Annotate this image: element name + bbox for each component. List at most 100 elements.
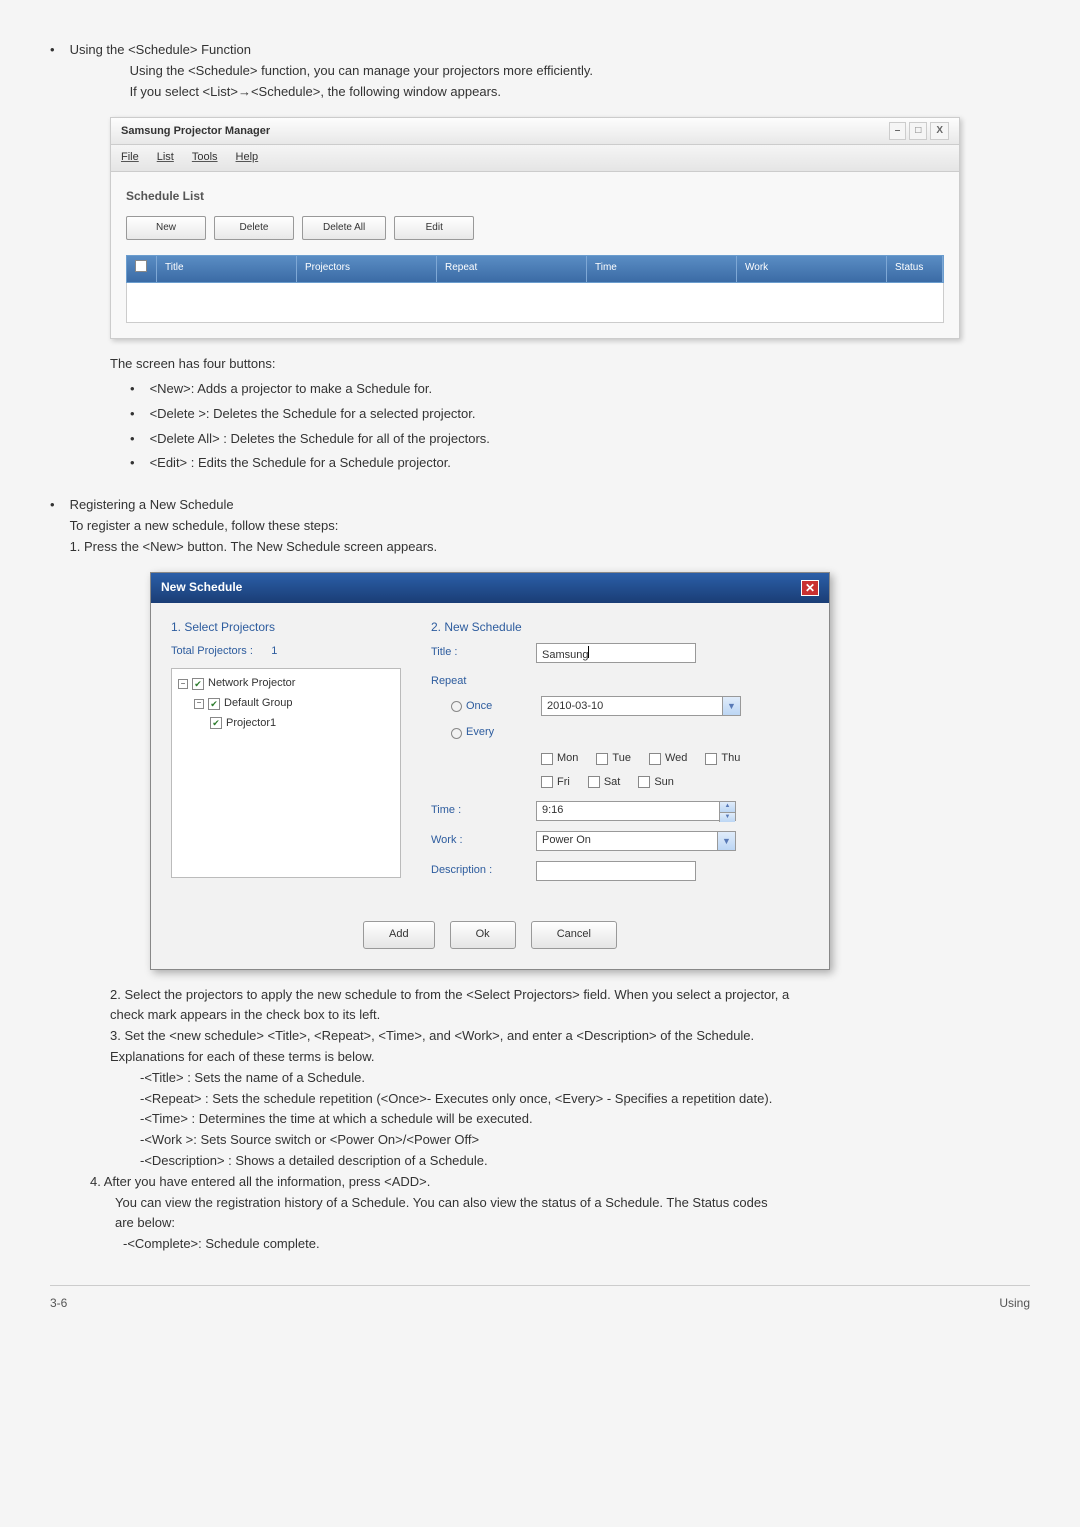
col-status: Status — [887, 256, 943, 282]
bullet-icon: • — [130, 453, 135, 474]
maximize-icon[interactable]: □ — [909, 122, 927, 140]
header-checkbox[interactable] — [135, 260, 147, 272]
bullet-icon: • — [130, 404, 135, 425]
list-item: <Delete All> : Deletes the Schedule for … — [150, 429, 490, 450]
body-text: 1. Press the <New> button. The New Sched… — [70, 537, 1030, 558]
table-body — [126, 283, 944, 323]
list-item: <Delete >: Deletes the Schedule for a se… — [150, 404, 476, 425]
collapse-icon[interactable]: − — [178, 679, 188, 689]
projector-tree[interactable]: − ✔ Network Projector − ✔ Default Group … — [171, 668, 401, 878]
work-dropdown[interactable]: Power On ▼ — [536, 831, 736, 851]
new-schedule-heading: 2. New Schedule — [431, 618, 809, 637]
thu-checkbox[interactable] — [705, 753, 717, 765]
menu-tools[interactable]: Tools — [192, 149, 218, 167]
chevron-down-icon[interactable]: ▼ — [722, 697, 740, 715]
collapse-icon[interactable]: − — [194, 699, 204, 709]
col-title: Title — [157, 256, 297, 282]
section-heading: Using the <Schedule> Function — [70, 40, 1030, 61]
section-heading: Registering a New Schedule — [70, 495, 1030, 516]
body-text: are below: — [115, 1213, 1030, 1234]
wed-checkbox[interactable] — [649, 753, 661, 765]
add-button[interactable]: Add — [363, 921, 435, 949]
total-projectors-label: Total Projectors : — [171, 645, 253, 657]
description-input[interactable] — [536, 861, 696, 881]
dialog-title-text: New Schedule — [161, 578, 242, 597]
body-text: Explanations for each of these terms is … — [110, 1047, 1030, 1068]
list-item: <New>: Adds a projector to make a Schedu… — [150, 379, 433, 400]
day-label: Wed — [665, 750, 687, 768]
day-label: Fri — [557, 774, 570, 792]
bullet-icon: • — [50, 40, 55, 102]
day-label: Sun — [654, 774, 674, 792]
close-icon[interactable]: X — [930, 122, 949, 140]
body-text: 4. After you have entered all the inform… — [90, 1172, 1030, 1193]
cancel-button[interactable]: Cancel — [531, 921, 617, 949]
tree-checkbox[interactable]: ✔ — [192, 678, 204, 690]
select-projectors-heading: 1. Select Projectors — [171, 618, 401, 637]
term-item: -<Repeat> : Sets the schedule repetition… — [140, 1089, 1030, 1110]
chevron-down-icon[interactable]: ▼ — [717, 832, 735, 850]
title-input[interactable]: Samsung — [536, 643, 696, 663]
spinner-up-icon[interactable]: ▲ — [719, 802, 735, 812]
tree-node[interactable]: Network Projector — [208, 675, 295, 693]
mon-checkbox[interactable] — [541, 753, 553, 765]
bullet-icon: • — [130, 379, 135, 400]
status-item: -<Complete>: Schedule complete. — [123, 1234, 1030, 1255]
spinner-down-icon[interactable]: ▼ — [719, 812, 735, 823]
new-button[interactable]: New — [126, 216, 206, 240]
table-header: Title Projectors Repeat Time Work Status — [126, 255, 944, 283]
delete-button[interactable]: Delete — [214, 216, 294, 240]
menu-file[interactable]: File — [121, 149, 139, 167]
col-work: Work — [737, 256, 887, 282]
total-projectors-value: 1 — [271, 645, 277, 657]
body-text: 3. Set the <new schedule> <Title>, <Repe… — [110, 1026, 1030, 1047]
tue-checkbox[interactable] — [596, 753, 608, 765]
tree-checkbox[interactable]: ✔ — [208, 698, 220, 710]
body-text: You can view the registration history of… — [115, 1193, 1030, 1214]
term-item: -<Work >: Sets Source switch or <Power O… — [140, 1130, 1030, 1151]
new-schedule-dialog: New Schedule ✕ 1. Select Projectors Tota… — [150, 572, 830, 969]
body-text: 2. Select the projectors to apply the ne… — [110, 985, 1030, 1006]
tree-node[interactable]: Projector1 — [226, 715, 276, 733]
fri-checkbox[interactable] — [541, 776, 553, 788]
body-text: To register a new schedule, follow these… — [70, 516, 1030, 537]
title-label: Title : — [431, 644, 521, 662]
time-label: Time : — [431, 802, 521, 820]
panel-title: Schedule List — [126, 187, 944, 206]
col-projectors: Projectors — [297, 256, 437, 282]
page-number: 3-6 — [50, 1294, 67, 1313]
body-text: If you select <List>→<Schedule>, the fol… — [130, 82, 1030, 103]
menu-help[interactable]: Help — [236, 149, 259, 167]
date-dropdown[interactable]: 2010-03-10 ▼ — [541, 696, 741, 716]
every-label: Every — [466, 724, 494, 742]
bullet-icon: • — [50, 495, 55, 557]
body-text: Using the <Schedule> function, you can m… — [130, 61, 1030, 82]
list-item: <Edit> : Edits the Schedule for a Schedu… — [150, 453, 451, 474]
schedule-list-window: Samsung Projector Manager – □ X File Lis… — [110, 117, 960, 339]
window-title: Samsung Projector Manager — [121, 123, 270, 141]
description-label: Description : — [431, 862, 521, 880]
tree-node[interactable]: Default Group — [224, 695, 292, 713]
minimize-icon[interactable]: – — [889, 122, 907, 140]
day-label: Thu — [721, 750, 740, 768]
once-radio[interactable] — [451, 701, 462, 712]
body-text: check mark appears in the check box to i… — [110, 1005, 1030, 1026]
work-label: Work : — [431, 832, 521, 850]
time-spinner[interactable]: 9:16 ▲ ▼ — [536, 801, 736, 821]
every-radio[interactable] — [451, 728, 462, 739]
repeat-label: Repeat — [431, 673, 521, 691]
day-label: Sat — [604, 774, 621, 792]
body-text: The screen has four buttons: — [110, 354, 1030, 375]
delete-all-button[interactable]: Delete All — [302, 216, 386, 240]
term-item: -<Description> : Shows a detailed descri… — [140, 1151, 1030, 1172]
edit-button[interactable]: Edit — [394, 216, 474, 240]
term-item: -<Title> : Sets the name of a Schedule. — [140, 1068, 1030, 1089]
ok-button[interactable]: Ok — [450, 921, 516, 949]
term-item: -<Time> : Determines the time at which a… — [140, 1109, 1030, 1130]
section-name: Using — [999, 1294, 1030, 1313]
tree-checkbox[interactable]: ✔ — [210, 717, 222, 729]
close-icon[interactable]: ✕ — [801, 580, 819, 596]
sat-checkbox[interactable] — [588, 776, 600, 788]
menu-list[interactable]: List — [157, 149, 174, 167]
sun-checkbox[interactable] — [638, 776, 650, 788]
